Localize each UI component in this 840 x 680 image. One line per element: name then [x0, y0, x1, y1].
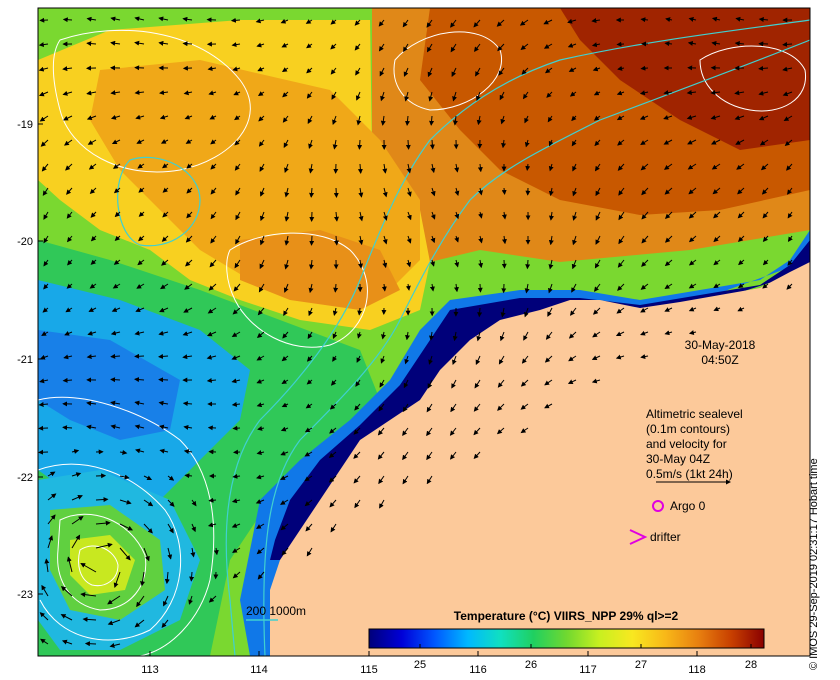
colorbar-tick-label: 27: [635, 659, 647, 671]
velocity-arrow: [525, 259, 531, 270]
velocity-arrow: [62, 17, 73, 23]
colorbar-gradient: [368, 628, 765, 649]
altimetry-line-2: (0.1m contours): [646, 422, 730, 436]
altimetry-line-1: Altimetric sealevel: [646, 407, 743, 421]
drifter-label: drifter: [650, 530, 681, 544]
velocity-arrow: [357, 163, 363, 174]
map-date: 30-May-2018: [685, 338, 756, 352]
colorbar-tick-label: 25: [414, 659, 426, 671]
altimetry-line-3: and velocity for: [646, 437, 727, 451]
velocity-arrow: [640, 65, 649, 71]
velocity-arrow: [84, 641, 97, 647]
longitude-tick-label: 118: [688, 664, 706, 676]
velocity-arrow: [357, 139, 363, 150]
velocity-arrow: [208, 497, 217, 503]
velocity-arrow: [62, 425, 73, 431]
credit-text: © IMOS 29-Sep-2019 02:31:17 Hobart time: [808, 458, 820, 670]
velocity-arrow: [189, 571, 195, 582]
velocity-arrow: [477, 307, 483, 318]
latitude-tick-label: -20: [17, 236, 33, 248]
latitude-tick-label: -22: [17, 472, 33, 484]
longitude-tick-label: 117: [579, 664, 597, 676]
velocity-arrow: [184, 473, 193, 479]
latitude-tick-label: -19: [17, 119, 33, 131]
velocity-arrow: [405, 139, 411, 150]
colorbar-title: Temperature (°C) VIIRS_NPP 29% ql>=2: [454, 609, 679, 623]
velocity-arrow: [501, 259, 507, 269]
latitude-tick-label: -21: [17, 354, 33, 366]
bathymetry-label: 200 1000m: [246, 604, 306, 618]
velocity-arrow: [62, 377, 73, 383]
velocity-arrow: [501, 187, 507, 195]
velocity-arrow: [429, 139, 435, 150]
altimetry-line-4: 30-May 04Z: [646, 452, 710, 466]
velocity-arrow: [110, 377, 121, 383]
longitude-tick-label: 113: [141, 664, 159, 676]
velocity-arrow: [110, 353, 121, 359]
velocity-arrow: [232, 425, 241, 431]
map-time: 04:50Z: [701, 353, 738, 367]
velocity-arrow: [309, 235, 315, 246]
longitude-tick-label: 116: [469, 664, 487, 676]
velocity-arrow: [333, 283, 339, 293]
colorbar-tick-label: 26: [525, 659, 537, 671]
velocity-arrow: [95, 497, 109, 503]
longitude-tick-label: 114: [250, 664, 268, 676]
velocity-arrow: [134, 353, 145, 359]
velocity-arrow: [616, 41, 625, 47]
longitude-tick-label: 115: [360, 664, 378, 676]
colorbar-tick-label: 28: [745, 659, 757, 671]
velocity-arrow: [333, 187, 339, 198]
sst-map: 113 114 115 116 117 118 -19 -20 -21 -22 -23 30-Ma…: [17, 7, 811, 676]
argo-label: Argo 0: [670, 499, 706, 513]
velocity-arrow: [477, 283, 483, 293]
velocity-arrow: [158, 377, 169, 383]
latitude-tick-label: -23: [17, 589, 33, 601]
velocity-arrow: [230, 17, 241, 23]
altimetry-line-5: 0.5m/s (1kt 24h): [646, 467, 733, 481]
velocity-arrow: [182, 41, 193, 47]
